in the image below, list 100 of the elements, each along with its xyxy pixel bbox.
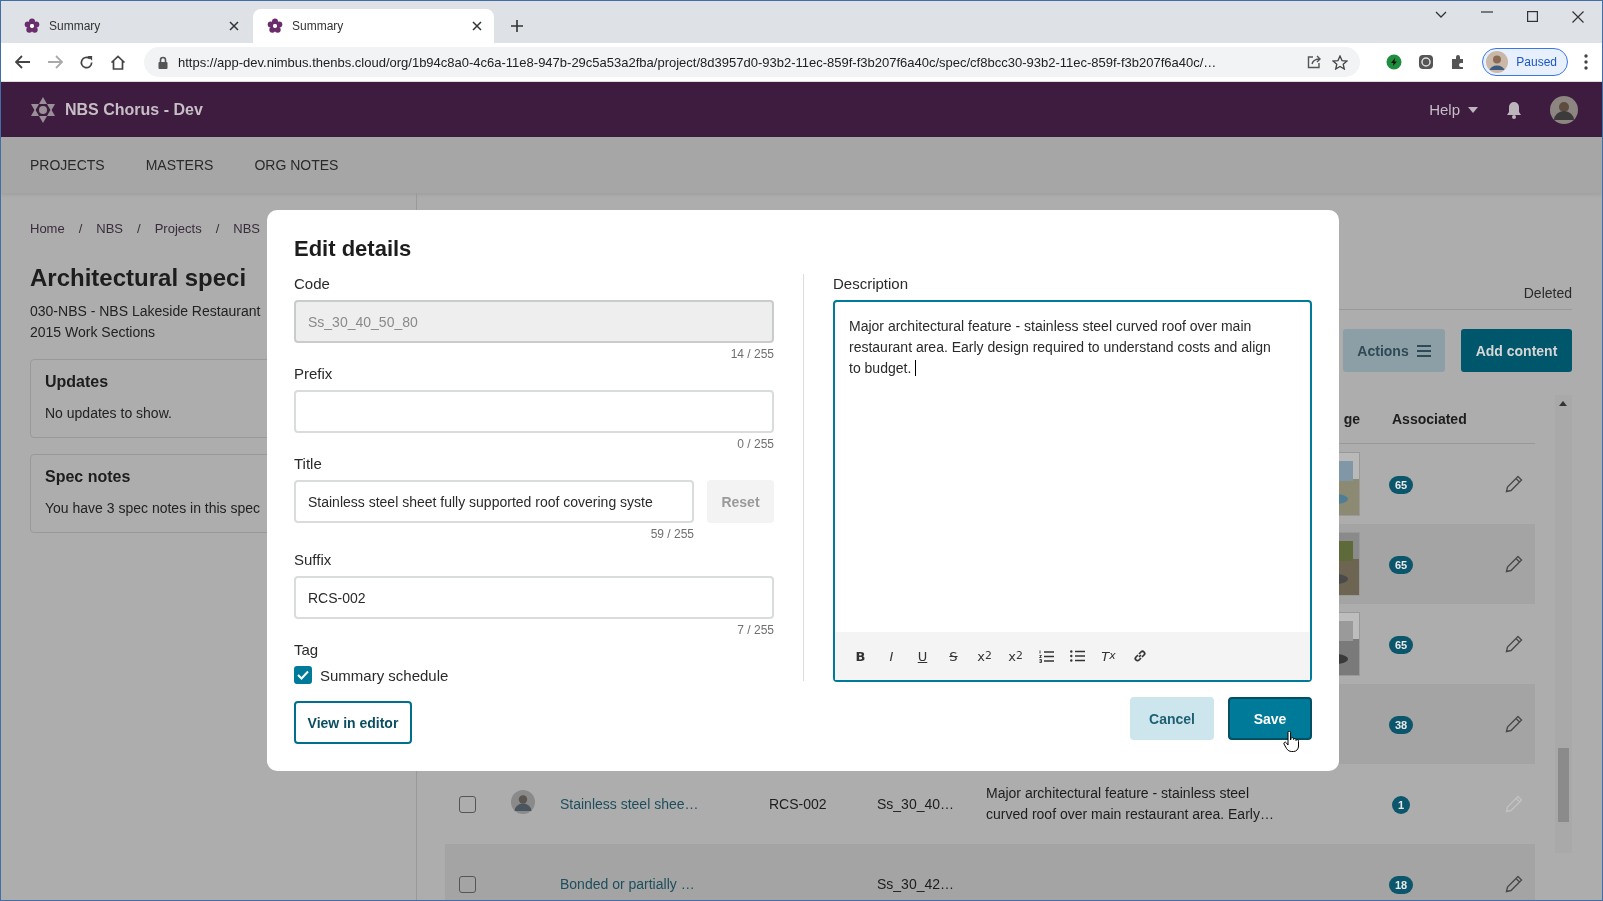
table-cell: Ss_30_42… [877, 876, 955, 892]
pencil-icon[interactable] [1505, 875, 1523, 893]
item-title-link[interactable]: Bonded or partially … [560, 876, 695, 892]
bold-button[interactable]: B [845, 648, 876, 664]
numbered-list-icon[interactable] [1039, 649, 1054, 663]
bell-icon[interactable] [1506, 100, 1522, 119]
character-counter: 0 / 255 [736, 436, 774, 452]
help-menu[interactable]: Help [1429, 101, 1478, 118]
close-icon[interactable] [1572, 11, 1584, 23]
pencil-icon[interactable] [1505, 635, 1523, 653]
browser-tab[interactable]: Summary [10, 9, 251, 43]
browser-tab[interactable]: Summary [253, 9, 494, 43]
flower-icon [24, 18, 40, 34]
nav-link[interactable]: MASTERS [145, 157, 214, 173]
count-badge: 18 [1388, 875, 1414, 894]
breadcrumb-separator: / [215, 221, 220, 236]
breadcrumb-link[interactable]: NBS [96, 221, 124, 236]
profile-button[interactable]: Paused [1482, 48, 1568, 76]
dialog-title: Edit details [294, 235, 413, 263]
close-icon[interactable] [229, 21, 239, 31]
underline-button[interactable]: U [907, 648, 938, 664]
card-title: Spec notes [45, 468, 131, 486]
pointer-cursor-icon [1283, 731, 1300, 753]
count-badge: 65 [1388, 475, 1414, 494]
field-label: Suffix [294, 550, 333, 570]
subtitle-text: 2015 Work Sections [30, 323, 156, 342]
flower-icon [267, 18, 283, 34]
table-cell: Major architectural feature - stainless steel curved roof over main restaurant area. Early… [986, 785, 1274, 822]
breadcrumb-link[interactable]: Projects [154, 221, 202, 236]
pencil-icon[interactable] [1505, 715, 1523, 733]
checkbox[interactable] [294, 666, 312, 684]
table-cell: RCS-002 [769, 796, 827, 812]
row-checkbox[interactable] [459, 875, 476, 893]
breadcrumb-separator: / [137, 221, 141, 236]
count-badge: 1 [1391, 795, 1411, 814]
description-text: Major architectural feature - stainless steel curved roof over main restaurant area. Early design required to understand costs and align to budget. [848, 317, 1272, 378]
plus-icon[interactable] [510, 19, 524, 33]
character-counter: 7 / 255 [736, 622, 774, 638]
field-label: Description [833, 274, 910, 294]
address-field[interactable]: https://app-dev.nimbus.thenbs.cloud/org/1b94c8a0-4c6a-11e8-947b-29c5a53a2fba/project/8d3957d0-93b2-11ec-859f-f3b207f6a40c/spec/cf8bcc30-93b2-11ec-859f-f3b207f6a40c/… [144, 47, 1361, 77]
back-icon[interactable] [15, 55, 31, 69]
breadcrumb-separator: / [78, 221, 83, 236]
scroll-up-arrow-icon[interactable] [1559, 401, 1567, 406]
card-title: Updates [45, 373, 109, 391]
field-label: Tag [294, 640, 320, 660]
reload-icon[interactable] [79, 54, 94, 70]
link-icon[interactable] [1132, 649, 1147, 663]
nav-link[interactable]: ORG NOTES [254, 157, 339, 173]
dialog-button[interactable]: Cancel [1130, 697, 1214, 740]
avatar-icon [1486, 51, 1509, 73]
field-label: Title [294, 454, 323, 474]
pencil-icon[interactable] [1505, 555, 1523, 573]
filter-tab[interactable]: Deleted [1523, 285, 1572, 301]
lock-icon [158, 55, 168, 69]
share-icon[interactable] [1307, 55, 1323, 69]
add-content-button[interactable]: Add content [1461, 329, 1572, 372]
field-label: Code [294, 274, 331, 294]
chevron-down-icon[interactable] [1435, 11, 1447, 19]
checkbox-label: Summary schedule [320, 666, 449, 684]
dialog-button[interactable]: Save [1228, 697, 1312, 740]
actions-button[interactable]: Actions [1343, 329, 1445, 372]
breadcrumb-link[interactable]: NBS [233, 221, 260, 236]
star-icon[interactable] [1332, 54, 1349, 70]
count-badge: 65 [1388, 555, 1414, 574]
extension-icon[interactable] [1418, 54, 1435, 70]
logo-icon [29, 95, 57, 124]
scrollbar-thumb[interactable] [1558, 748, 1569, 822]
avatar-icon[interactable] [1550, 95, 1578, 124]
maximize-icon[interactable] [1527, 11, 1538, 22]
text-field[interactable]: Stainless steel sheet fully supported roof covering syste [294, 480, 694, 523]
extension-icon[interactable] [1386, 54, 1403, 70]
field-label: Prefix [294, 364, 334, 384]
column-header: ge [1342, 411, 1361, 427]
italic-button[interactable]: I [876, 648, 907, 664]
menu-icon[interactable] [1584, 54, 1588, 70]
text-field[interactable]: RCS-002 [294, 576, 774, 619]
card-text: No updates to show. [45, 405, 172, 421]
close-icon[interactable] [472, 21, 482, 31]
card-text: You have 3 spec notes in this spec [45, 500, 261, 516]
breadcrumb-link[interactable]: Home [30, 221, 65, 236]
home-icon[interactable] [110, 54, 126, 70]
hamburger-icon [1416, 344, 1431, 357]
subtitle-text: 030-NBS - NBS Lakeside Restaurant [30, 302, 261, 321]
page-title: Architectural speci [30, 264, 247, 292]
text-field[interactable] [294, 390, 774, 433]
app-title: NBS Chorus - Dev [65, 100, 203, 119]
strikethrough-button[interactable]: S [938, 648, 969, 664]
scrollbar[interactable] [1555, 395, 1572, 853]
count-badge: 65 [1388, 635, 1414, 654]
bullet-list-icon[interactable] [1070, 650, 1085, 662]
caret-icon [1468, 106, 1478, 113]
column-header: Associated [1391, 411, 1468, 427]
item-title-link[interactable]: Stainless steel shee… [560, 796, 699, 812]
view-in-editor-button[interactable]: View in editor [294, 701, 412, 744]
pencil-icon[interactable] [1505, 475, 1523, 493]
nav-link[interactable]: PROJECTS [30, 157, 105, 173]
row-checkbox[interactable] [459, 795, 476, 813]
table-cell: Ss_30_40… [877, 796, 955, 812]
count-badge: 38 [1388, 715, 1414, 734]
url-text: https://app-dev.nimbus.thenbs.cloud/org/1b94c8a0-4c6a-11e8-947b-29c5a53a2fba/project/8d3957d0-93b2-11ec-859f-f3b207f6a40c/spec/cf8bcc30-93b2-11ec-859f-f3b207f6a40c/… [178, 54, 1218, 70]
